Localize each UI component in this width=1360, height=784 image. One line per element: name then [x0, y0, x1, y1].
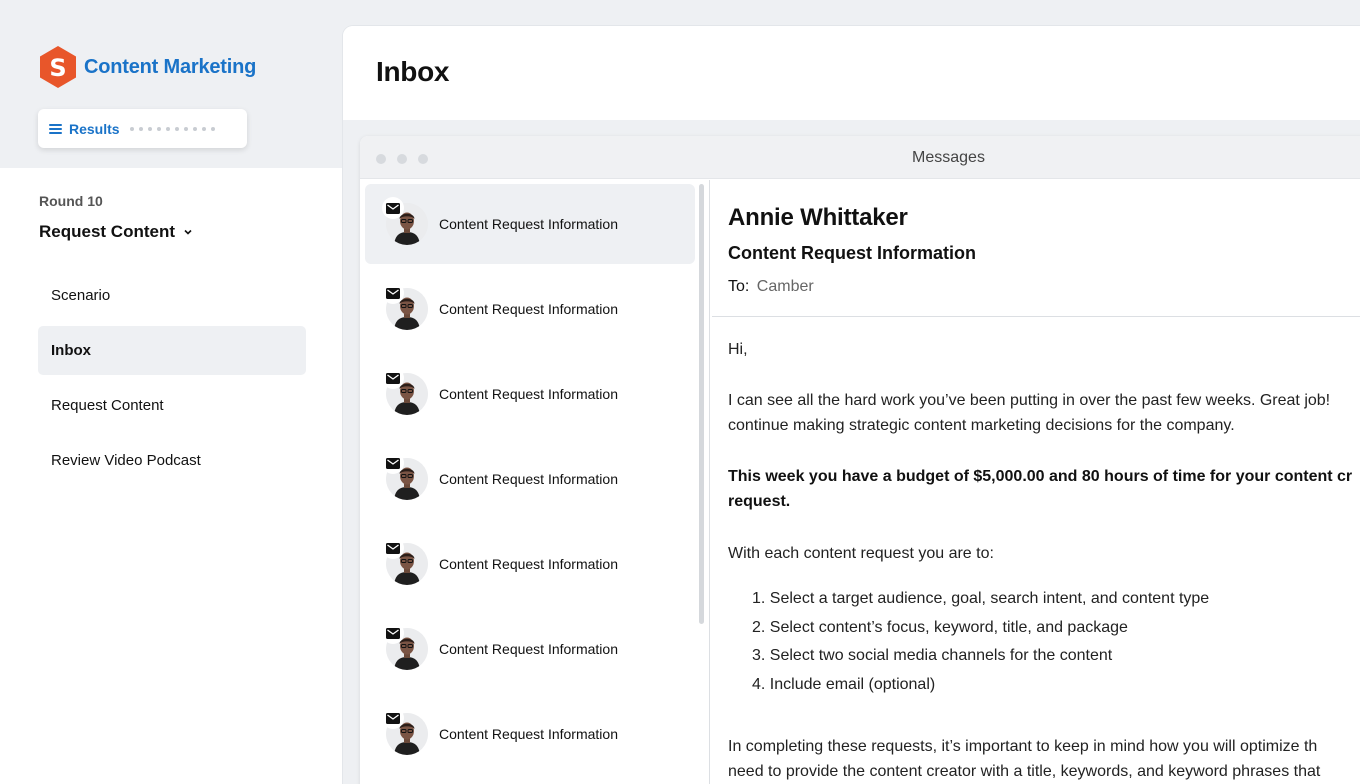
steps-list: 1. Select a target audience, goal, searc… [752, 585, 1209, 699]
sidebar-item-label: Scenario [51, 287, 111, 304]
sidebar-item-label: Request Content [51, 397, 164, 414]
chevron-down-icon [184, 229, 192, 235]
message-reader: Annie Whittaker Content Request Informat… [712, 180, 1360, 784]
body-paragraph-4a: In completing these requests, it’s impor… [728, 738, 1318, 755]
message-list-subject: Content Request Information [439, 471, 618, 487]
window-title: Messages [912, 149, 985, 166]
sidebar-item-inbox[interactable]: Inbox [38, 326, 306, 375]
step-item: 1. Select a target audience, goal, searc… [752, 590, 1210, 607]
unread-mail-icon [382, 537, 404, 559]
sidebar-item-label: Inbox [51, 342, 91, 359]
sidebar-item-scenario[interactable]: Scenario [38, 271, 306, 320]
message-list-item[interactable]: Content Request Information [365, 694, 695, 774]
message-list-subject: Content Request Information [439, 216, 618, 232]
section-title: Request Content [39, 222, 175, 241]
page-header: Inbox [343, 26, 1360, 120]
results-button[interactable]: Results [38, 109, 247, 148]
avatar-wrapper [382, 367, 428, 415]
round-label: Round 10 [39, 193, 103, 209]
sidebar-header: S Content Marketing Results [0, 0, 342, 168]
sender-name: Annie Whittaker [728, 204, 908, 231]
avatar-wrapper [382, 537, 428, 585]
brand-logo-icon: S [40, 46, 76, 88]
budget-paragraph-a: This week you have a budget of $5,000.00… [728, 468, 1353, 485]
section-dropdown[interactable]: Request Content [39, 222, 193, 242]
message-list-scrollbar[interactable] [699, 184, 704, 624]
message-list-subject: Content Request Information [439, 641, 618, 657]
avatar-wrapper [382, 707, 428, 755]
unread-mail-icon [382, 622, 404, 644]
results-label: Results [69, 120, 120, 137]
message-list-subject: Content Request Information [439, 386, 618, 402]
unread-mail-icon [382, 282, 404, 304]
greeting: Hi, [728, 341, 748, 358]
message-list-item[interactable]: Content Request Information [365, 609, 695, 689]
brand-title: Content Marketing [84, 55, 257, 78]
message-list: Content Request Information Content Reque… [360, 180, 710, 784]
message-list-item[interactable]: Content Request Information [365, 184, 695, 264]
budget-paragraph-b: request. [728, 493, 791, 510]
unread-mail-icon [382, 707, 404, 729]
header-divider [712, 316, 1360, 317]
avatar-wrapper [382, 197, 428, 245]
message-list-subject: Content Request Information [439, 726, 618, 742]
sidebar-item-review-video-podcast[interactable]: Review Video Podcast [38, 436, 306, 485]
avatar-wrapper [382, 452, 428, 500]
brand-logo-letter: S [49, 54, 66, 82]
step-item: 3. Select two social media channels for … [752, 647, 1113, 664]
message-list-item[interactable]: Content Request Information [365, 269, 695, 349]
body-paragraph-4b: need to provide the content creator with… [728, 763, 1321, 780]
window-titlebar: Messages [360, 136, 1360, 179]
messages-window: Messages Content Request Information Cont… [360, 136, 1360, 784]
unread-mail-icon [382, 367, 404, 389]
step-item: 2. Select content’s focus, keyword, titl… [752, 618, 1128, 636]
page-title: Inbox [376, 56, 450, 87]
to-label: To: [728, 278, 750, 295]
sidebar-item-request-content[interactable]: Request Content [38, 381, 306, 430]
main-panel: Inbox Messages Content Request Informati… [343, 26, 1360, 784]
message-subject: Content Request Information [728, 243, 976, 263]
message-list-subject: Content Request Information [439, 556, 618, 572]
step-item: 4. Include email (optional) [752, 675, 936, 693]
message-list-item[interactable]: Content Request Information [365, 524, 695, 604]
results-progress-dots [129, 126, 215, 131]
avatar-wrapper [382, 622, 428, 670]
unread-mail-icon [382, 197, 404, 219]
body-paragraph-1b: continue making strategic content market… [728, 417, 1235, 434]
recipient-line: To: Camber [728, 278, 814, 296]
message-list-subject: Content Request Information [439, 301, 618, 317]
sidebar-item-label: Review Video Podcast [51, 452, 201, 469]
sidebar: S Content Marketing Results Round 10 Req… [0, 0, 342, 784]
to-name: Camber [756, 278, 814, 295]
message-list-item[interactable]: Content Request Information [365, 439, 695, 519]
page-body: Messages Content Request Information Cont… [343, 120, 1360, 784]
message-list-item[interactable]: Content Request Information [365, 354, 695, 434]
avatar-wrapper [382, 282, 428, 330]
body-paragraph-1a: I can see all the hard work you’ve been … [728, 392, 1331, 409]
brand[interactable]: S Content Marketing [38, 45, 256, 89]
menu-icon [49, 123, 62, 134]
unread-mail-icon [382, 452, 404, 474]
steps-intro: With each content request you are to: [728, 545, 994, 562]
